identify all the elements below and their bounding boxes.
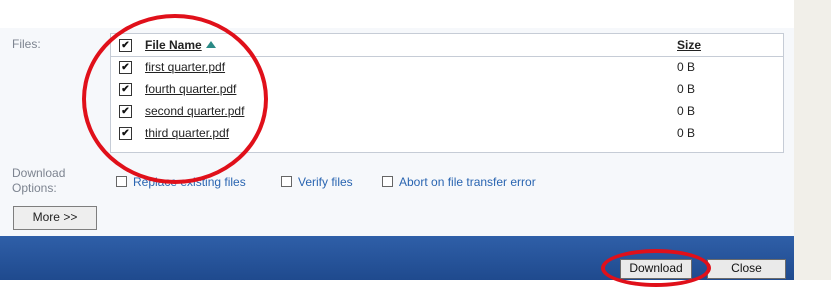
file-name-link[interactable]: second quarter.pdf [145,104,244,118]
file-checkbox[interactable]: ✔ [119,83,132,96]
table-row: ✔ second quarter.pdf 0 B [111,101,783,121]
download-button[interactable]: Download [620,259,692,279]
file-size: 0 B [677,126,696,140]
option-label: Verify files [298,175,353,189]
file-checkbox[interactable]: ✔ [119,61,132,74]
file-download-panel: Files: ✔ File Name Size ✔ first quarter.… [0,0,794,236]
file-name-link[interactable]: third quarter.pdf [145,126,229,140]
file-size: 0 B [677,104,696,118]
sort-ascending-icon [205,41,216,48]
checkbox-icon[interactable] [116,176,127,187]
files-label: Files: [12,37,41,51]
download-options-label: Download Options: [12,166,66,195]
option-abort-on-transfer-error[interactable]: Abort on file transfer error [382,175,536,189]
column-header-file-name[interactable]: File Name [145,38,216,52]
option-label: Replace existing files [133,175,246,189]
file-name-link[interactable]: fourth quarter.pdf [145,82,236,96]
select-all-checkbox[interactable]: ✔ [119,39,132,52]
file-checkbox[interactable]: ✔ [119,105,132,118]
file-name-header-label: File Name [145,38,202,52]
file-table: ✔ File Name Size ✔ first quarter.pdf 0 B… [110,33,784,153]
panel-top-band [0,0,794,28]
table-row: ✔ fourth quarter.pdf 0 B [111,79,783,99]
file-size: 0 B [677,60,696,74]
file-name-link[interactable]: first quarter.pdf [145,60,225,74]
option-verify-files[interactable]: Verify files [281,175,353,189]
option-label: Abort on file transfer error [399,175,536,189]
close-button[interactable]: Close [707,259,786,279]
file-table-header: ✔ File Name Size [111,34,783,57]
file-size: 0 B [677,82,696,96]
option-replace-existing-files[interactable]: Replace existing files [116,175,246,189]
file-checkbox[interactable]: ✔ [119,127,132,140]
checkbox-icon[interactable] [382,176,393,187]
table-row: ✔ third quarter.pdf 0 B [111,123,783,143]
more-button[interactable]: More >> [13,206,97,230]
checkbox-icon[interactable] [281,176,292,187]
column-header-size[interactable]: Size [677,38,701,52]
table-row: ✔ first quarter.pdf 0 B [111,57,783,77]
right-margin-strip [794,0,831,280]
